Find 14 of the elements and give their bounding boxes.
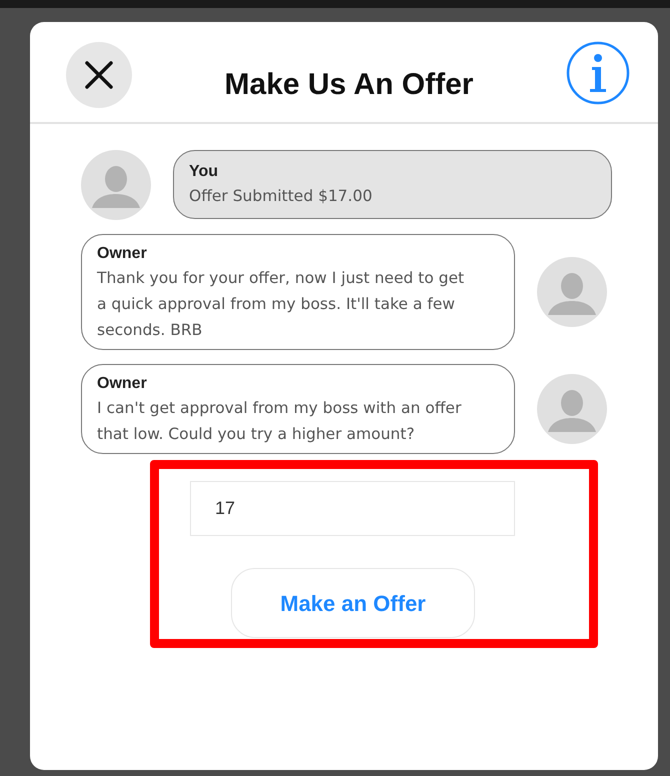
info-button[interactable] [566, 41, 630, 105]
message-text: Offer Submitted $17.00 [189, 186, 374, 207]
sender-name: Owner [97, 374, 148, 394]
avatar-icon [81, 150, 151, 220]
offer-input[interactable]: 17 [190, 481, 515, 536]
sender-name: You [189, 162, 220, 182]
close-icon [84, 60, 114, 90]
avatar-icon [537, 257, 607, 327]
avatar-icon [537, 374, 607, 444]
dialog-title: Make Us An Offer [224, 70, 474, 100]
message-text: I can't get approval from my boss with an offer that low. Could you try a higher amount? [97, 398, 462, 445]
sender-name: Owner [97, 244, 148, 264]
message-text: Thank you for your offer, now I just need to get a quick approval from my boss. It'll take a few seconds. BRB [97, 268, 466, 341]
info-icon [566, 41, 630, 105]
